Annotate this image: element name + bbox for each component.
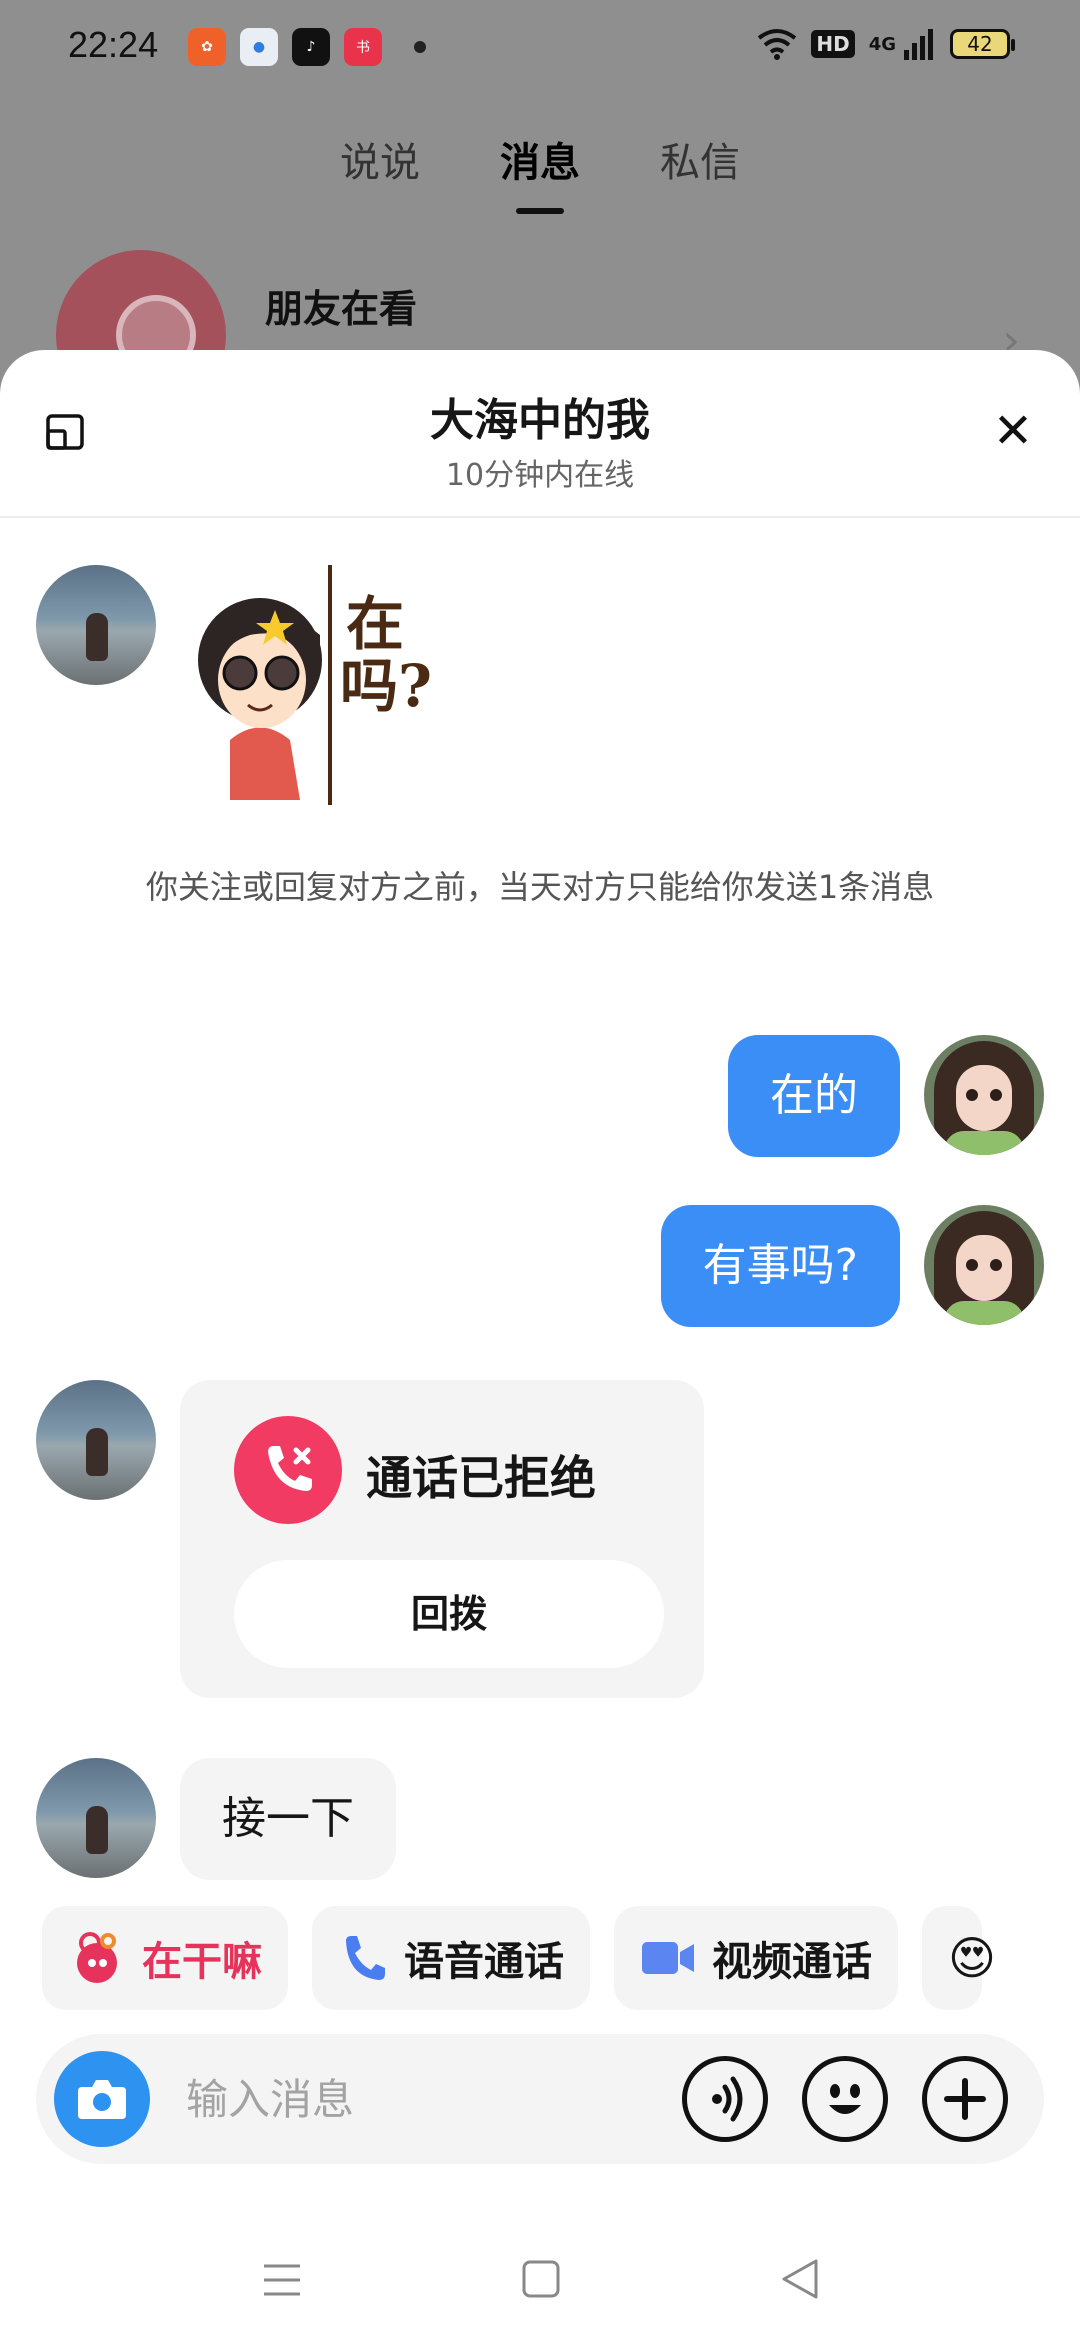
battery-level: 42 xyxy=(967,32,993,56)
network-label: 4G xyxy=(868,33,896,55)
sticker-image: 在吗? xyxy=(190,565,432,805)
background-tabs: 说说 消息 私信 xyxy=(0,130,1080,214)
online-status: 10分钟内在线 xyxy=(445,458,635,493)
tab-messages[interactable]: 消息 xyxy=(500,130,580,214)
home-icon[interactable] xyxy=(522,2260,560,2298)
system-navigation-bar xyxy=(0,2220,1080,2340)
friends-watching-label: 朋友在看 xyxy=(265,287,418,331)
contact-avatar[interactable] xyxy=(36,1380,156,1500)
plus-icon xyxy=(944,2078,986,2120)
chat-sheet: 大海中的我 10分钟内在线 ✕ 在吗? 你关注或回复对方之前，当天对方只能给你发… xyxy=(0,350,1080,2340)
chat-header: 大海中的我 10分钟内在线 ✕ xyxy=(0,350,1080,518)
signal-icon xyxy=(904,29,933,60)
quick-action-row: 在干嘛 语音通话 视频通话 😍 xyxy=(42,1906,996,2010)
voice-message-button[interactable] xyxy=(682,2056,768,2142)
emoji-button[interactable] xyxy=(802,2056,888,2142)
call-back-button[interactable]: 回拨 xyxy=(234,1560,664,1668)
message-input[interactable] xyxy=(186,2060,666,2138)
message-input-bar xyxy=(36,2034,1044,2164)
more-notifications-dot xyxy=(414,41,426,53)
my-message-bubble[interactable]: 有事吗? xyxy=(660,1205,900,1327)
my-message-bubble[interactable]: 在的 xyxy=(728,1035,900,1157)
video-camera-icon xyxy=(642,1942,694,1974)
kuaishou-app-icon: ✿ xyxy=(188,28,226,66)
call-declined-title: 通话已拒绝 xyxy=(366,1451,596,1505)
battery-icon: 42 xyxy=(950,29,1015,59)
quick-action-video-call[interactable]: 视频通话 xyxy=(614,1906,898,2010)
quick-action-label: 语音通话 xyxy=(404,1939,564,1985)
status-time: 22:24 xyxy=(68,24,159,65)
xiaohongshu-app-icon: 书 xyxy=(344,28,382,66)
phone-icon xyxy=(346,1936,385,1980)
smiley-icon xyxy=(829,2084,861,2114)
contact-message-bubble[interactable]: 接一下 xyxy=(180,1758,396,1880)
browser-app-icon: ● xyxy=(240,28,278,66)
close-button[interactable]: ✕ xyxy=(990,407,1036,455)
status-bar: 22:24 ✿ ● ♪ 书 HD 4G 42 xyxy=(0,0,1080,96)
quick-action-label: 在干嘛 xyxy=(142,1939,262,1985)
voice-icon xyxy=(712,2076,743,2122)
contact-avatar[interactable] xyxy=(36,565,156,685)
follow-notice: 你关注或回复对方之前，当天对方只能给你发送1条消息 xyxy=(145,868,935,906)
my-avatar[interactable] xyxy=(924,1035,1044,1155)
chat-title: 大海中的我 xyxy=(430,395,650,446)
contact-avatar[interactable] xyxy=(36,1758,156,1878)
call-declined-card: 通话已拒绝 回拨 xyxy=(180,1380,704,1698)
quick-action-voice-call[interactable]: 语音通话 xyxy=(312,1906,590,2010)
quick-action-emoji-more[interactable]: 😍 xyxy=(922,1906,996,2010)
doing-icon xyxy=(77,1932,117,1983)
quick-action-label: 视频通话 xyxy=(712,1939,872,1985)
status-indicators: HD 4G 42 xyxy=(757,28,1015,60)
camera-button[interactable] xyxy=(54,2051,150,2147)
back-icon[interactable] xyxy=(780,2258,820,2300)
hd-badge: HD xyxy=(811,30,855,58)
quick-action-doing[interactable]: 在干嘛 xyxy=(42,1906,288,2010)
notification-icons: ✿ ● ♪ 书 xyxy=(188,28,426,66)
wifi-icon xyxy=(758,29,797,60)
tab-private-messages[interactable]: 私信 xyxy=(660,130,740,188)
tab-shuoshuo[interactable]: 说说 xyxy=(340,130,420,188)
douyin-app-icon: ♪ xyxy=(292,28,330,66)
heart-eyes-emoji-icon: 😍 xyxy=(948,1931,996,1985)
my-avatar[interactable] xyxy=(924,1205,1044,1325)
sticker-caption: 在吗? xyxy=(340,590,432,720)
menu-icon[interactable] xyxy=(262,2260,302,2300)
camera-icon xyxy=(78,2080,126,2119)
more-actions-button[interactable] xyxy=(922,2056,1008,2142)
declined-call-icon xyxy=(234,1416,342,1524)
